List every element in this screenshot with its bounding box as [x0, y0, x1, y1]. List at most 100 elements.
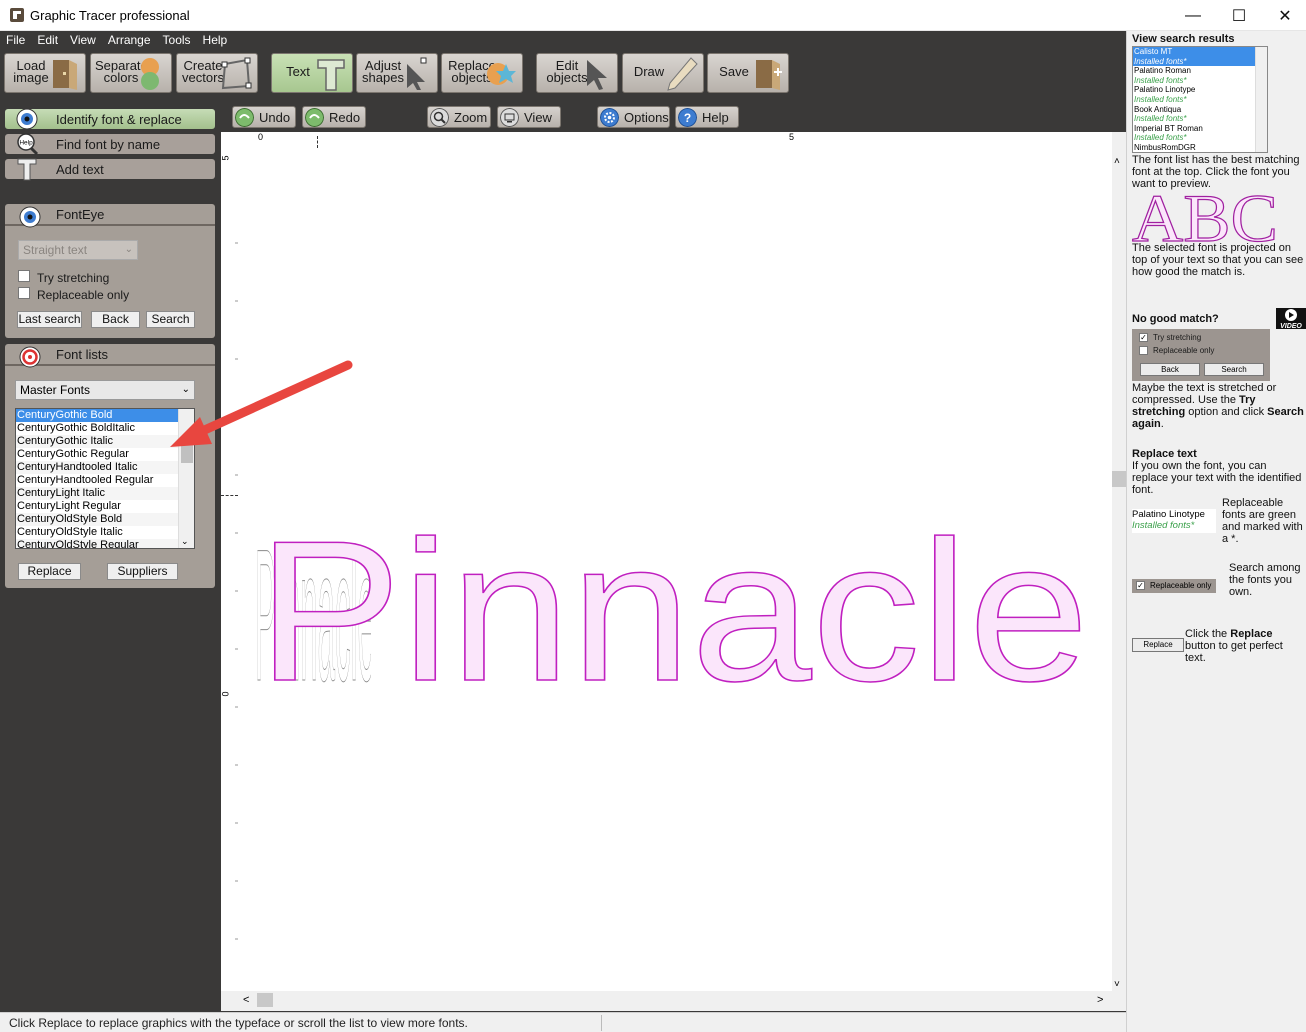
menu-arrange[interactable]: Arrange	[102, 31, 157, 49]
result-item[interactable]: Book Antiqua Installed fonts*	[1133, 105, 1267, 124]
result-item[interactable]: Palatino Linotype Installed fonts*	[1133, 85, 1267, 104]
identify-font-label: Identify font & replace	[56, 112, 182, 127]
text-tool-button[interactable]: Text	[271, 53, 353, 93]
suppliers-button[interactable]: Suppliers	[107, 563, 178, 580]
load-image-icon	[53, 60, 77, 90]
scroll-down-icon[interactable]: ˅	[1114, 979, 1120, 990]
mini-fonteye-example: ✓ Try stretching Replaceable only Back S…	[1132, 329, 1270, 381]
create-vectors-button[interactable]: Create vectors	[176, 53, 258, 93]
redo-button[interactable]: Redo	[302, 106, 366, 128]
window-title: Graphic Tracer professional	[30, 8, 190, 23]
scroll-left-icon[interactable]: <	[243, 994, 249, 1006]
back-button[interactable]: Back	[91, 311, 140, 328]
options-label: Options	[624, 110, 669, 125]
mini-check-icon: ✓	[1136, 581, 1145, 590]
help-button[interactable]: ? Help	[675, 106, 739, 128]
adjust-shapes-button[interactable]: Adjust shapes	[356, 53, 438, 93]
main-area: File Edit View Arrange Tools Help Load im…	[0, 31, 1126, 1012]
status-text: Click Replace to replace graphics with t…	[9, 1016, 468, 1030]
scroll-thumb[interactable]	[257, 993, 273, 1007]
search-results-list[interactable]: Calisto MT Installed fonts* Palatino Roma…	[1132, 46, 1268, 153]
result-installed: Installed fonts*	[1134, 75, 1187, 85]
sample-font-name: Palatino Linotype	[1132, 509, 1205, 520]
help-text-part: button to get perfect text.	[1185, 640, 1283, 664]
text-mode-value: Straight text	[23, 243, 88, 257]
last-search-button[interactable]: Last search	[17, 311, 82, 328]
traced-text[interactable]: Pinnacle	[256, 499, 1090, 724]
canvas-horizontal-scrollbar[interactable]: < >	[221, 991, 1112, 1011]
scroll-down-icon[interactable]: ⌄	[181, 536, 189, 547]
mini-back-button: Back	[1140, 363, 1200, 376]
font-list-item[interactable]: CenturyLight Italic	[16, 487, 194, 500]
options-button[interactable]: Options	[597, 106, 670, 128]
add-text-button[interactable]: Add text	[5, 158, 215, 181]
add-text-label: Add text	[56, 162, 104, 177]
result-item[interactable]: Calisto MT Installed fonts*	[1133, 47, 1267, 67]
replace-example-button: Replace	[1132, 638, 1184, 652]
result-name: Book Antiqua	[1134, 104, 1182, 114]
font-list-value: Master Fonts	[20, 383, 91, 397]
result-item[interactable]: Palatino Roman Installed fonts*	[1133, 66, 1267, 85]
undo-button[interactable]: Undo	[232, 106, 296, 128]
identify-font-replace-button[interactable]: Identify font & replace	[5, 108, 215, 130]
menu-help[interactable]: Help	[197, 31, 234, 49]
font-list-item[interactable]: CenturyOldStyle Italic	[16, 526, 194, 539]
zoom-button[interactable]: Zoom	[427, 106, 491, 128]
result-installed: Installed fonts*	[1134, 94, 1187, 104]
view-label: View	[524, 110, 552, 125]
edit-objects-icon	[587, 60, 607, 90]
zoom-label: Zoom	[454, 110, 488, 125]
replaceable-only-checkbox[interactable]	[18, 287, 30, 299]
minimize-button[interactable]: —	[1170, 0, 1216, 31]
close-button[interactable]: ✕	[1262, 0, 1306, 31]
scroll-up-icon[interactable]: ˄	[1114, 156, 1120, 167]
load-image-button[interactable]: Load image	[4, 53, 86, 93]
scroll-thumb[interactable]	[1112, 471, 1126, 487]
font-list-item[interactable]: CenturyHandtooled Regular	[16, 474, 194, 487]
result-name: NimbusRomDGR	[1134, 142, 1196, 152]
font-list-item[interactable]: CenturyLight Regular	[16, 500, 194, 513]
result-item[interactable]: NimbusRomDGR	[1133, 142, 1267, 152]
fonteye-icon	[19, 206, 41, 228]
font-preview: ABC	[1132, 187, 1279, 243]
find-font-label: Find font by name	[56, 137, 161, 152]
font-lists-title: Font lists	[56, 347, 109, 362]
text-t-icon	[17, 158, 37, 181]
font-list-item[interactable]: CenturyOldStyle Regular	[16, 539, 194, 548]
mini-check-icon: ✓	[1139, 333, 1148, 342]
replace-objects-icon	[487, 63, 516, 85]
play-icon	[1285, 309, 1297, 321]
scroll-right-icon[interactable]: >	[1097, 994, 1103, 1006]
status-bar: Click Replace to replace graphics with t…	[0, 1012, 1126, 1032]
adjust-shapes-icon	[407, 57, 427, 90]
font-list-item[interactable]: CenturyOldStyle Bold	[16, 513, 194, 526]
replace-objects-button[interactable]: Replace objects	[441, 53, 523, 93]
find-font-by-name-button[interactable]: Help Find font by name	[5, 133, 215, 156]
menu-file[interactable]: File	[0, 31, 31, 49]
view-button[interactable]: View	[497, 106, 561, 128]
maximize-button[interactable]: ☐	[1216, 0, 1262, 31]
result-installed: Installed fonts*	[1134, 114, 1187, 124]
separate-colors-button[interactable]: Separate colors	[90, 53, 172, 93]
menu-tools[interactable]: Tools	[157, 31, 197, 49]
save-button[interactable]: Save	[707, 53, 789, 93]
results-scrollbar[interactable]	[1255, 47, 1267, 152]
text-tool-icon	[317, 59, 345, 91]
video-button[interactable]: VIDEO	[1276, 308, 1306, 330]
result-item[interactable]: Imperial BT Roman Installed fonts*	[1133, 124, 1267, 143]
search-button[interactable]: Search	[146, 311, 195, 328]
draw-button[interactable]: Draw	[622, 53, 704, 93]
search-results-heading: View search results	[1132, 33, 1235, 45]
try-stretching-checkbox[interactable]	[18, 270, 30, 282]
drawing-canvas[interactable]: 0 5 5 0 Pinnacle Pinnacle	[221, 132, 1112, 1011]
replaceable-only-label: Replaceable only	[37, 288, 130, 302]
edit-objects-button[interactable]: Edit objects	[536, 53, 618, 93]
menu-edit[interactable]: Edit	[31, 31, 64, 49]
result-name: Imperial BT Roman	[1134, 123, 1203, 133]
font-list-item[interactable]: CenturyHandtooled Italic	[16, 461, 194, 474]
replace-button[interactable]: Replace	[18, 563, 81, 580]
canvas-vertical-scrollbar[interactable]: ˄ ˅	[1112, 132, 1126, 1011]
replaceable-example-label: Replaceable only	[1150, 581, 1212, 590]
text-mode-select[interactable]: Straight text ⌄	[18, 240, 138, 260]
menu-view[interactable]: View	[64, 31, 102, 49]
